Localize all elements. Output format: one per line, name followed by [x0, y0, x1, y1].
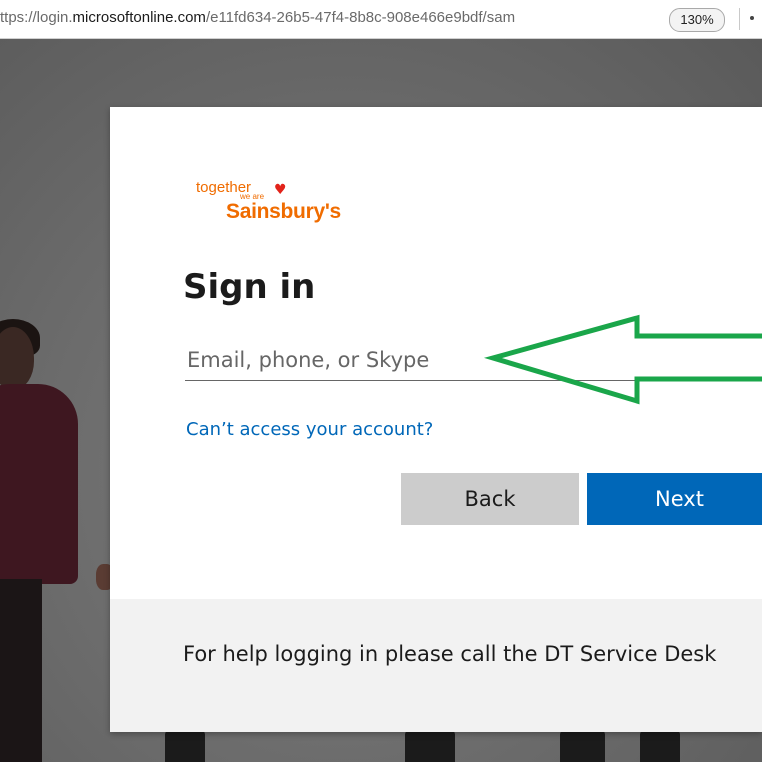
background-feet — [560, 729, 605, 762]
zoom-level-badge[interactable]: 130% — [669, 8, 725, 32]
background-feet — [165, 729, 205, 762]
url-domain: microsoftonline.com — [72, 9, 206, 26]
sainsburys-logo: together we are ♥ Sainsbury's — [196, 179, 356, 231]
url-text[interactable]: ttps://login.microsoftonline.com/e11fd63… — [0, 9, 628, 26]
heart-icon: ♥ — [274, 182, 287, 198]
toolbar-divider — [739, 8, 740, 30]
browser-address-bar: ttps://login.microsoftonline.com/e11fd63… — [0, 0, 762, 39]
signin-card: together we are ♥ Sainsbury's Sign in Ca… — [110, 107, 762, 732]
url-prefix: ttps://login. — [0, 9, 73, 26]
card-footer: For help logging in please call the DT S… — [110, 599, 762, 732]
page-title: Sign in — [183, 267, 316, 307]
logo-brand-text: Sainsbury's — [226, 200, 341, 223]
email-input[interactable] — [185, 339, 762, 381]
url-fade — [580, 4, 640, 32]
url-path: /e11fd634-26b5-47f4-8b8c-908e466e9bdf/sa… — [205, 9, 516, 26]
back-button[interactable]: Back — [401, 473, 579, 525]
next-button[interactable]: Next — [587, 473, 762, 525]
background-feet — [640, 729, 680, 762]
more-icon[interactable] — [750, 16, 754, 20]
help-text: For help logging in please call the DT S… — [183, 642, 717, 666]
background-feet — [405, 729, 455, 762]
cant-access-account-link[interactable]: Can’t access your account? — [186, 419, 433, 440]
